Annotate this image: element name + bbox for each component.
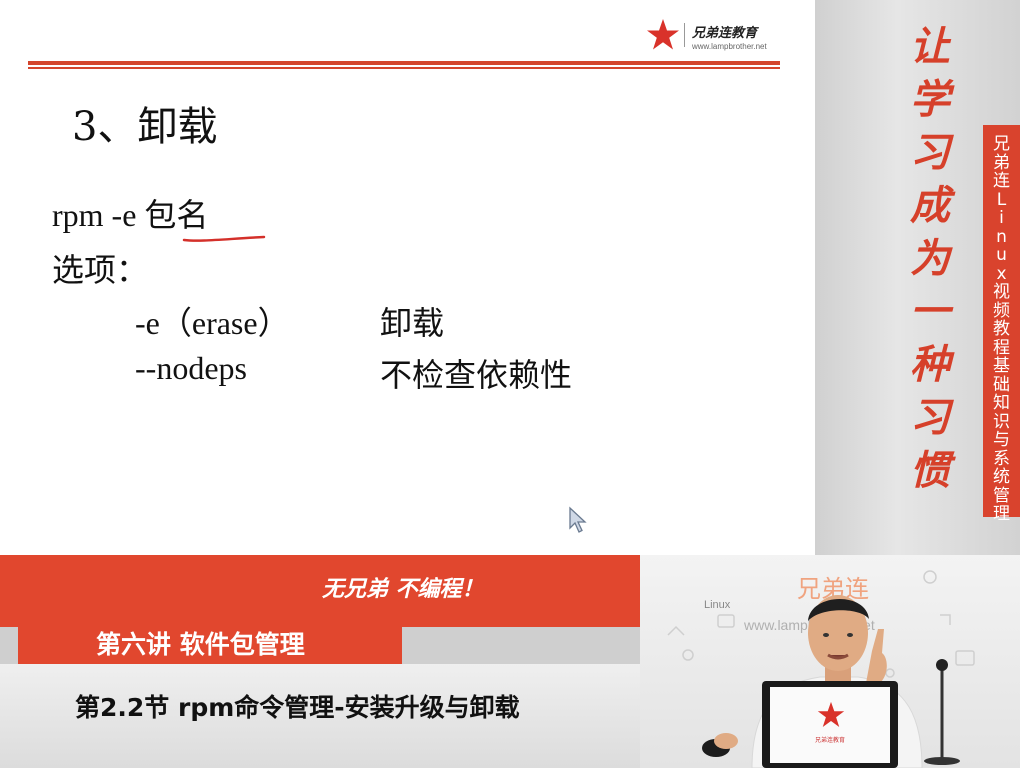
slogan-char: 成 — [910, 182, 950, 229]
banner-char: 与 — [993, 430, 1010, 450]
banner-char: L — [996, 189, 1007, 210]
laptop-brand-text: 兄弟连教育 — [814, 737, 845, 744]
banner-char: 知 — [993, 393, 1010, 413]
course-vertical-text: 兄 弟 连 L i n u x 视 频 教 程 基 础 知 识 与 系 统 管 … — [983, 135, 1020, 524]
logo-divider — [684, 23, 685, 47]
laptop-screen: 兄弟连教育 — [770, 687, 890, 763]
motto-text: 无兄弟 不编程！ — [322, 576, 484, 602]
banner-char: 系 — [993, 448, 1010, 469]
slogan-char: 学 — [910, 76, 950, 123]
logo-brand-text: 兄弟连教育 — [692, 26, 758, 41]
slogan-char: 为 — [910, 235, 950, 282]
webcam-feed: 兄弟连 Linux www.lampbrother.net 兄弟连教育 — [640, 555, 1020, 768]
option-flag: --nodeps — [135, 350, 247, 386]
mouse-pointer-icon — [569, 506, 587, 533]
banner-char: 视 — [993, 282, 1010, 302]
red-star-icon — [647, 19, 679, 50]
banner-char: 频 — [993, 300, 1010, 321]
banner-char: 理 — [993, 504, 1010, 524]
laptop: 兄弟连教育 — [762, 681, 898, 768]
brand-logo: 兄弟连教育 www.lampbrother.net — [646, 18, 786, 56]
banner-char: 兄 — [993, 134, 1010, 154]
handwritten-underline — [182, 235, 266, 242]
option-flag: -e（erase） — [135, 305, 290, 341]
banner-char: 识 — [993, 411, 1010, 432]
lecture-title: 第六讲 软件包管理 — [96, 630, 305, 659]
slide-title: 3、卸载 — [72, 104, 218, 150]
section-title: 第2.2节 rpm命令管理-安装升级与卸载 — [75, 693, 520, 722]
banner-char: 管 — [993, 485, 1010, 506]
logo-url-text: www.lampbrother.net — [692, 42, 767, 51]
option-description: 不检查依赖性 — [380, 357, 573, 393]
banner-char: 统 — [993, 467, 1010, 487]
banner-char: 弟 — [993, 152, 1010, 173]
banner-char: n — [996, 226, 1007, 247]
banner-char: 础 — [993, 374, 1010, 395]
slide-canvas: 兄弟连教育 www.lampbrother.net 3、卸载 rpm -e 包名… — [0, 0, 815, 555]
red-star-icon — [817, 701, 845, 727]
slogan-char: 让 — [910, 23, 950, 70]
options-label: 选项： — [52, 252, 149, 288]
slogan-vertical: 让 学 习 成 为 一 种 习 惯 — [900, 20, 960, 497]
banner-char: i — [999, 208, 1004, 228]
header-rule-thin — [28, 67, 780, 69]
option-description: 卸载 — [380, 305, 445, 341]
slogan-char: 习 — [910, 394, 950, 441]
slogan-char: 惯 — [910, 447, 950, 494]
course-vertical-banner: 兄 弟 连 L i n u x 视 频 教 程 基 础 知 识 与 系 统 管 … — [983, 125, 1020, 523]
banner-char: 程 — [993, 337, 1010, 358]
slogan-char: 一 — [910, 288, 950, 335]
slogan-char: 习 — [910, 129, 950, 176]
banner-char: x — [996, 263, 1007, 284]
motto-band — [0, 555, 640, 627]
slogan-char: 种 — [910, 341, 950, 388]
banner-char: u — [996, 245, 1007, 265]
banner-char: 连 — [993, 171, 1010, 191]
header-rule-thick — [28, 61, 780, 65]
banner-char: 基 — [993, 356, 1010, 376]
banner-char: 教 — [993, 319, 1010, 339]
